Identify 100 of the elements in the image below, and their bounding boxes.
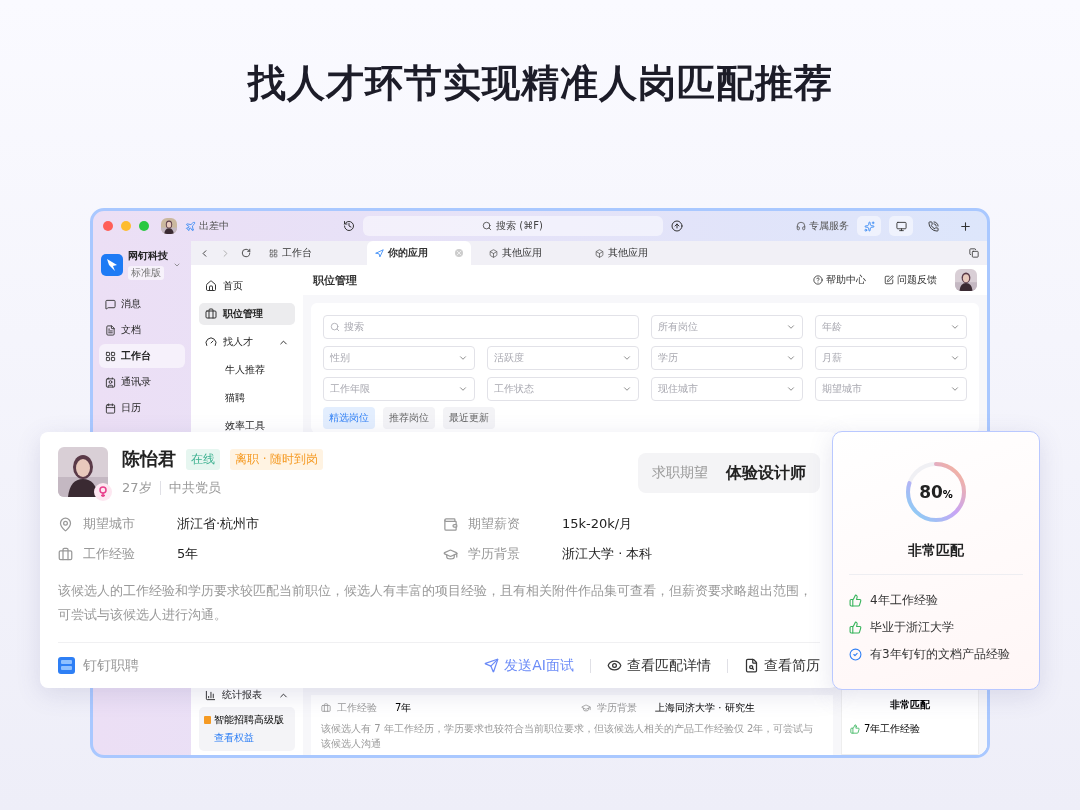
calendar-icon xyxy=(105,402,116,414)
page-title: 职位管理 xyxy=(313,272,358,288)
expectation-label: 求职期望 xyxy=(652,464,708,482)
field-value: 5年 xyxy=(177,545,199,563)
match-point: 7年工作经验 xyxy=(864,722,921,736)
cube-icon xyxy=(489,248,498,258)
sidebar-item[interactable]: 文档 xyxy=(99,318,185,342)
header-link[interactable]: 问题反馈 xyxy=(884,273,937,287)
org-name: 网钉科技 xyxy=(128,249,168,263)
nav-subitem[interactable]: 效率工具 xyxy=(199,417,295,435)
header-link[interactable]: 帮助中心 xyxy=(813,273,866,287)
eye-icon xyxy=(607,658,622,673)
age-text: 27岁 xyxy=(122,479,152,497)
match-verdict: 非常匹配 xyxy=(908,542,964,560)
nav-item[interactable]: 首页 xyxy=(199,275,295,297)
search-field[interactable]: 搜索 (⌘F) xyxy=(362,216,663,236)
sidebar-item[interactable]: 消息 xyxy=(99,292,185,316)
match-point: 毕业于浙江大学 xyxy=(870,619,954,636)
chevron-icon xyxy=(622,384,632,394)
action-link[interactable]: 查看简历 xyxy=(744,656,820,675)
monitor-icon xyxy=(895,220,907,232)
action-link[interactable]: 查看匹配详情 xyxy=(607,656,711,675)
app-logo-icon xyxy=(58,657,75,674)
chevron-icon xyxy=(786,322,796,332)
reload-icon[interactable] xyxy=(241,248,251,258)
nav-item[interactable]: 职位管理 xyxy=(199,303,295,325)
send-icon xyxy=(484,658,500,673)
party-text: 中共党员 xyxy=(168,479,221,497)
gauge-icon xyxy=(205,336,217,348)
upgrade-title: 智能招聘高级版 xyxy=(214,713,284,727)
chevron-icon xyxy=(950,384,960,394)
message-icon xyxy=(105,298,116,310)
search-icon xyxy=(482,221,493,231)
expectation-value: 体验设计师 xyxy=(726,462,806,484)
field-label: 工作经验 xyxy=(337,701,378,715)
briefcase-icon xyxy=(321,703,331,713)
graduation-cap-icon xyxy=(443,546,458,562)
thumbs-up-icon xyxy=(849,594,862,607)
nav-item[interactable]: 找人才 xyxy=(199,331,295,353)
status-tag: 离职 · 随时到岗 xyxy=(230,448,324,470)
document-search-icon xyxy=(744,658,759,673)
history-icon[interactable] xyxy=(342,220,355,232)
badge-icon xyxy=(204,716,211,724)
field-label: 工作经验 xyxy=(83,545,136,563)
browser-tab[interactable]: 其他应用 xyxy=(587,241,683,265)
screen-button[interactable] xyxy=(889,216,913,236)
match-point: 4年工作经验 xyxy=(870,592,938,609)
cube-icon xyxy=(595,248,604,258)
candidate-summary: 该候选人有 7 年工作经历，学历要求也较符合当前职位要求，但该候选人相关的产品工作经验仅 2年，可尝试与该候选人沟通 xyxy=(321,722,815,751)
grid-icon xyxy=(269,248,278,258)
chevron-icon xyxy=(458,384,468,394)
field-value: 浙江省·杭州市 xyxy=(177,515,260,533)
benefits-link[interactable]: 查看权益 xyxy=(204,731,290,745)
nav-item[interactable]: 统计报表 xyxy=(199,685,295,705)
field-value: 15k-20k/月 xyxy=(562,515,633,533)
app-icon xyxy=(375,248,384,258)
chevron-icon xyxy=(786,384,796,394)
sidebar-item[interactable]: 通讯录 xyxy=(99,370,185,394)
ai-button[interactable] xyxy=(857,216,881,236)
grid-icon xyxy=(105,350,116,362)
headline: 找人才环节实现精准人岗匹配推荐 xyxy=(246,60,834,107)
wallet-icon xyxy=(443,516,458,532)
check-circle-icon xyxy=(849,648,862,661)
close-button[interactable] xyxy=(103,221,113,231)
status-tag: 在线 xyxy=(186,448,220,470)
briefcase-icon xyxy=(205,308,217,320)
contact-icon xyxy=(105,376,116,388)
field-label: 期望城市 xyxy=(83,515,136,533)
nav-subitem[interactable]: 牛人推荐 xyxy=(199,361,295,379)
filter-tab[interactable]: 最近更新 xyxy=(443,407,495,429)
phone-icon xyxy=(927,220,939,232)
plus-icon xyxy=(958,219,972,233)
chevron-icon xyxy=(950,353,960,363)
upload-icon[interactable] xyxy=(670,220,683,232)
document-icon xyxy=(105,324,116,336)
match-score: 80 xyxy=(919,482,943,502)
percent-sign: % xyxy=(942,488,953,500)
field-value: 上海同济大学 · 研究生 xyxy=(655,701,755,715)
female-icon xyxy=(94,483,112,501)
help-icon xyxy=(813,275,823,285)
browser-tab[interactable]: 你的应用 xyxy=(367,241,471,265)
search-icon xyxy=(330,322,340,332)
sidebar-item[interactable]: 工作台 xyxy=(99,344,185,368)
nav-subitem[interactable]: 猫聘 xyxy=(199,389,295,407)
edit-icon xyxy=(884,275,894,285)
field-value: 浙江大学 · 本科 xyxy=(562,545,653,563)
source-text: 钉钉职聘 xyxy=(83,656,139,675)
service-button[interactable]: 专属服务 xyxy=(796,219,849,233)
browser-tab[interactable]: 工作台 xyxy=(261,241,357,265)
plan-label: 标准版 xyxy=(128,266,164,280)
briefcase-icon xyxy=(58,546,73,562)
status-text: 出差中 xyxy=(199,219,229,233)
thumbs-up-icon xyxy=(849,621,862,634)
match-verdict: 非常匹配 xyxy=(889,698,931,712)
sidebar-item[interactable]: 日历 xyxy=(99,396,185,420)
copy-icon[interactable] xyxy=(969,248,979,258)
filter-tab[interactable]: 推荐岗位 xyxy=(383,407,435,429)
field-label: 学历背景 xyxy=(597,701,638,715)
browser-tab[interactable]: 其他应用 xyxy=(481,241,577,265)
chart-icon xyxy=(205,689,216,701)
